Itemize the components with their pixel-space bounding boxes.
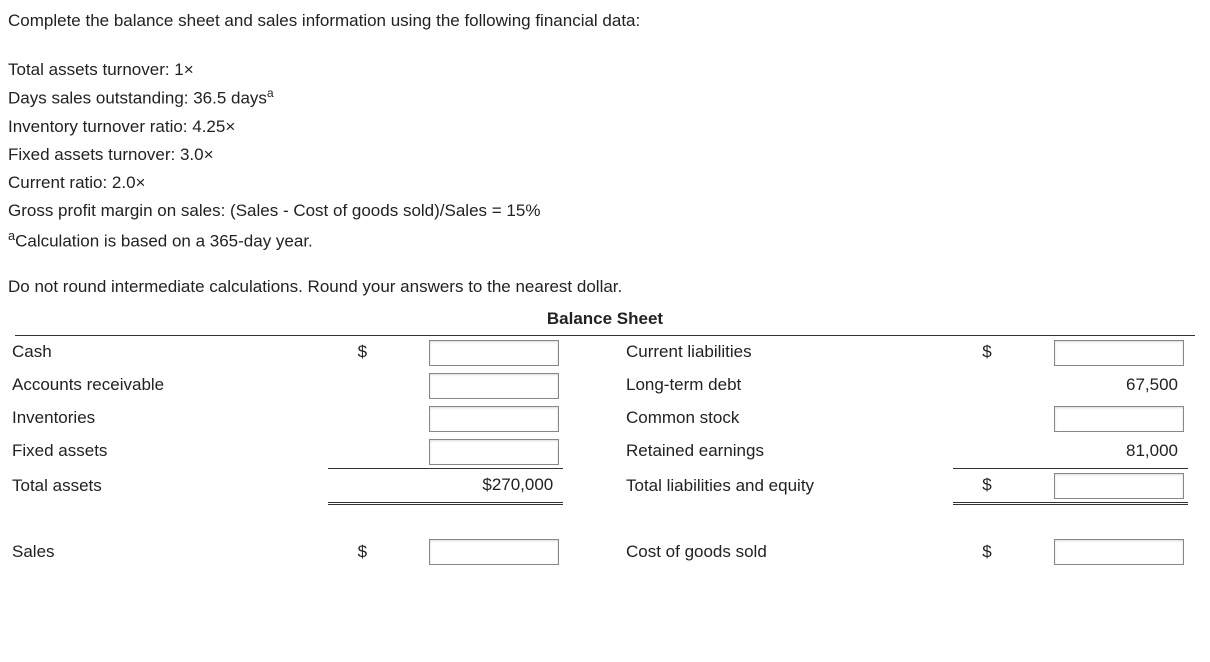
input-cash[interactable] [429, 340, 559, 366]
label-accounts-receivable: Accounts receivable [8, 369, 328, 402]
label-total-assets: Total assets [8, 468, 328, 503]
balance-sheet-title: Balance Sheet [15, 306, 1195, 335]
label-common-stock: Common stock [622, 402, 953, 435]
label-retained-earnings: Retained earnings [622, 435, 953, 469]
data-line-current-ratio: Current ratio: 2.0× [8, 169, 1202, 197]
data-line-inventory-turnover: Inventory turnover ratio: 4.25× [8, 113, 1202, 141]
input-accounts-receivable[interactable] [429, 373, 559, 399]
currency-symbol: $ [953, 535, 996, 568]
value-retained-earnings: 81,000 [1054, 438, 1184, 464]
data-line-fixed-assets-turnover: Fixed assets turnover: 3.0× [8, 141, 1202, 169]
input-common-stock[interactable] [1054, 406, 1184, 432]
data-line-dso: Days sales outstanding: 36.5 daysa [8, 84, 1202, 113]
footnote: aCalculation is based on a 365-day year. [8, 225, 1202, 256]
input-current-liabilities[interactable] [1054, 340, 1184, 366]
input-cogs[interactable] [1054, 539, 1184, 565]
label-cash: Cash [8, 336, 328, 369]
input-sales[interactable] [429, 539, 559, 565]
problem-intro: Complete the balance sheet and sales inf… [8, 8, 1202, 34]
data-line-gross-profit-margin: Gross profit margin on sales: (Sales - C… [8, 197, 1202, 225]
balance-sheet-table: Cash $ Current liabilities $ Accounts re… [8, 336, 1188, 569]
label-long-term-debt: Long-term debt [622, 369, 953, 402]
label-cogs: Cost of goods sold [622, 535, 953, 568]
label-sales: Sales [8, 535, 328, 568]
data-line-total-assets-turnover: Total assets turnover: 1× [8, 56, 1202, 84]
input-inventories[interactable] [429, 406, 559, 432]
rounding-instruction: Do not round intermediate calculations. … [8, 274, 1202, 300]
label-current-liabilities: Current liabilities [622, 336, 953, 369]
currency-symbol: $ [953, 336, 996, 369]
label-fixed-assets: Fixed assets [8, 435, 328, 469]
label-inventories: Inventories [8, 402, 328, 435]
input-fixed-assets[interactable] [429, 439, 559, 465]
currency-symbol: $ [953, 468, 996, 503]
currency-symbol: $ [328, 535, 371, 568]
value-total-assets: $270,000 [429, 472, 559, 498]
label-total-liabilities-equity: Total liabilities and equity [622, 468, 953, 503]
input-total-liabilities-equity[interactable] [1054, 473, 1184, 499]
currency-symbol: $ [328, 336, 371, 369]
financial-data-list: Total assets turnover: 1× Days sales out… [8, 56, 1202, 256]
value-long-term-debt: 67,500 [1054, 372, 1184, 398]
